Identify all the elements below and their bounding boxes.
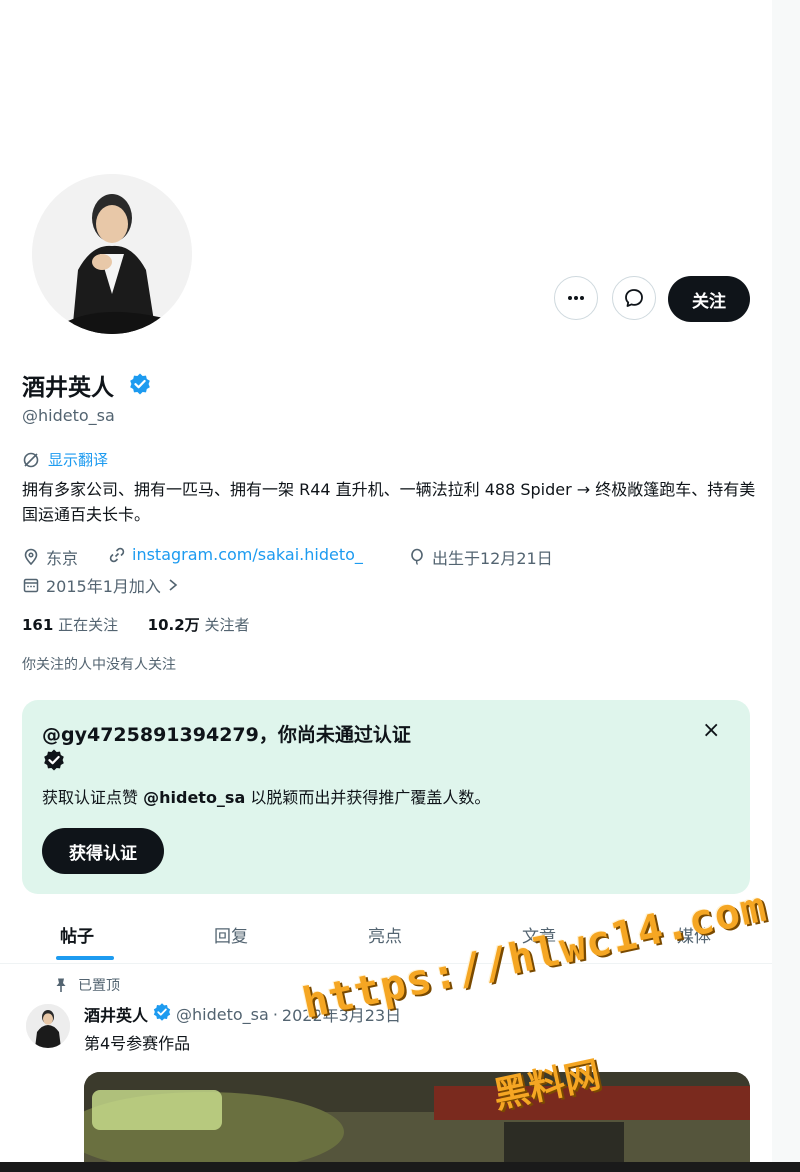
verified-check-icon xyxy=(42,748,66,776)
joined-text: 2015年1月加入 xyxy=(46,577,161,596)
post-avatar-photo xyxy=(26,1004,70,1048)
message-button[interactable] xyxy=(612,276,656,320)
verification-body-handle: @hideto_sa xyxy=(143,788,246,807)
pinned-indicator: 已置顶 xyxy=(54,975,120,995)
birthday-item: 出生于12月21日 xyxy=(408,545,553,569)
balloon-icon xyxy=(411,548,423,565)
verification-body-prefix: 获取认证点赞 xyxy=(42,788,139,807)
post-verified-badge-icon[interactable] xyxy=(152,1002,172,1026)
pinned-label: 已置顶 xyxy=(78,978,120,994)
calendar-icon xyxy=(23,578,39,593)
message-bubble-icon xyxy=(625,289,643,307)
location-item: 东京 xyxy=(22,545,78,569)
profile-name: 酒井英人 xyxy=(22,375,114,401)
post-author-handle[interactable]: @hideto_sa xyxy=(176,1005,269,1024)
bottom-bar xyxy=(0,1162,800,1172)
profile-bio: 拥有多家公司、拥有一匹马、拥有一架 R44 直升机、一辆法拉利 488 Spid… xyxy=(22,480,756,524)
right-gutter xyxy=(772,0,800,1172)
verification-prompt-card: @gy4725891394279，你尚未通过认证 × 获取认证点赞 @hidet… xyxy=(22,700,750,894)
get-verified-button[interactable]: 获得认证 xyxy=(42,828,164,874)
followers-link[interactable]: 10.2万 关注者 xyxy=(148,616,250,634)
followed-by-text[interactable]: 你关注的人中没有人关注 xyxy=(22,654,176,674)
pin-icon xyxy=(56,978,66,992)
following-link[interactable]: 161 正在关注 xyxy=(22,616,118,634)
verification-body: 获取认证点赞 @hideto_sa 以脱颖而出并获得推广覆盖人数。 xyxy=(42,784,490,808)
profile-handle: @hideto_sa xyxy=(22,406,115,425)
verified-badge-icon[interactable] xyxy=(128,372,152,400)
tab-posts[interactable]: 帖子 xyxy=(0,905,154,963)
post-author-name[interactable]: 酒井英人 xyxy=(84,1002,148,1026)
chevron-right-icon xyxy=(169,579,178,591)
follow-counts: 161 正在关注 10.2万 关注者 xyxy=(22,614,249,635)
website-link[interactable]: instagram.com/sakai.hideto_ xyxy=(132,545,363,564)
post-separator: · xyxy=(272,1004,278,1024)
verification-body-suffix: 以脱颖而出并获得推广覆盖人数。 xyxy=(250,788,491,807)
joined-item[interactable]: 2015年1月加入 xyxy=(22,573,179,597)
active-tab-indicator xyxy=(56,956,114,960)
media-thumbnail xyxy=(84,1072,750,1172)
avatar-photo xyxy=(32,174,192,334)
profile-avatar[interactable] xyxy=(28,170,196,338)
follow-button[interactable]: 关注 xyxy=(668,276,750,322)
location-pin-icon xyxy=(24,548,38,566)
post-text: 第4号参赛作品 xyxy=(84,1034,191,1053)
post-media-image[interactable] xyxy=(84,1072,750,1172)
verification-title: @gy4725891394279，你尚未通过认证 xyxy=(42,724,411,746)
close-icon[interactable]: × xyxy=(702,718,720,743)
location-text: 东京 xyxy=(46,549,79,568)
tab-replies[interactable]: 回复 xyxy=(154,905,308,963)
translate-icon xyxy=(23,452,39,467)
following-count: 161 xyxy=(22,616,54,634)
translate-label[interactable]: 显示翻译 xyxy=(48,449,108,470)
following-label: 正在关注 xyxy=(58,616,119,634)
more-icon xyxy=(568,296,584,300)
followers-count: 10.2万 xyxy=(147,616,200,634)
followers-label: 关注者 xyxy=(204,616,250,634)
post-author-avatar[interactable] xyxy=(26,1004,70,1048)
translate-link[interactable]: 显示翻译 xyxy=(22,449,108,470)
more-options-button[interactable] xyxy=(554,276,598,320)
website-item[interactable]: instagram.com/sakai.hideto_ xyxy=(108,545,363,564)
link-icon xyxy=(109,547,125,562)
birthday-text: 出生于12月21日 xyxy=(432,549,553,568)
